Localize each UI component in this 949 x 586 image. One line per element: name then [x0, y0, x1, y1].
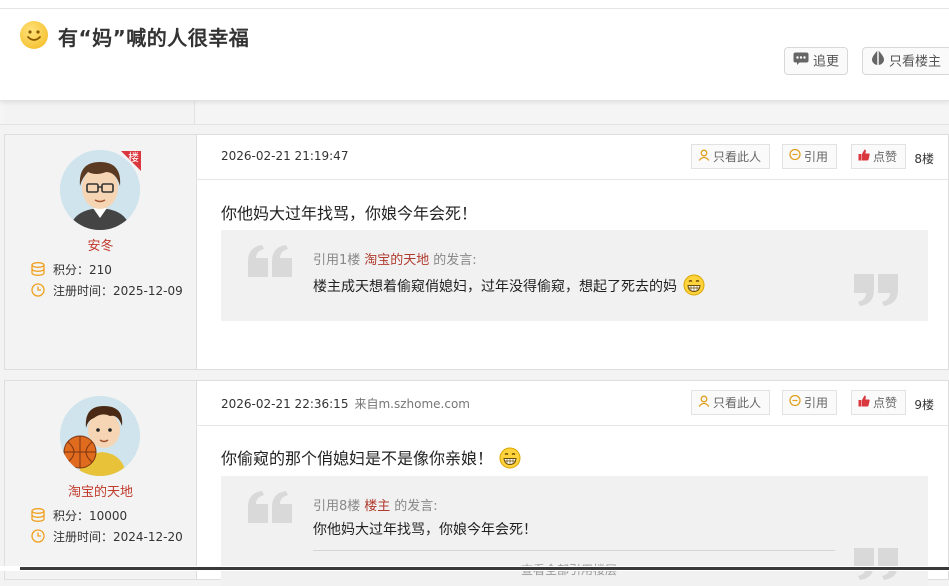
only-this-user-button[interactable]: 只看此人 — [691, 144, 771, 169]
comment-icon — [789, 145, 801, 169]
post-time: 2026-02-21 22:36:15 来自m.szhome.com — [221, 395, 470, 412]
post-time-text: 2026-02-21 22:36:15 — [221, 397, 349, 411]
like-button[interactable]: 点赞 — [851, 390, 907, 415]
smile-icon — [20, 21, 48, 49]
quote-text: 你他妈大过年找骂，你娘今年会死！ — [313, 522, 537, 538]
post-content-text: 你偷窥的那个俏媳妇是不是像你亲娘！ — [221, 449, 494, 468]
points-value: 210 — [89, 263, 112, 277]
thread-header: 有“妈”喊的人很幸福 追更 只看楼主 — [0, 0, 949, 101]
reg-label: 注册时间： — [53, 284, 114, 298]
post-header: 2026-02-21 21:19:47 只看此人 引用 点赞 8楼 — [196, 135, 948, 180]
like-label: 点赞 — [873, 396, 898, 410]
points-label: 积分： — [53, 509, 90, 523]
user-points: 积分：210 — [31, 261, 112, 279]
person-icon — [698, 391, 710, 415]
grin-emoji-icon — [499, 447, 521, 473]
reg-date-value: 2024-12-20 — [113, 530, 183, 544]
reg-date-value: 2025-12-09 — [113, 284, 183, 298]
only-this-user-label: 只看此人 — [713, 396, 762, 410]
clock-icon — [31, 283, 45, 300]
comment-icon — [789, 391, 801, 415]
op-only-label: 只看楼主 — [889, 54, 942, 70]
chat-bubble-icon — [793, 48, 809, 76]
username[interactable]: 淘宝的天地 — [5, 481, 196, 500]
points-label: 积分： — [53, 263, 90, 277]
coins-icon — [31, 508, 45, 525]
follow-button[interactable]: 追更 — [784, 47, 848, 75]
quote-button[interactable]: 引用 — [782, 144, 838, 169]
post-content: 你他妈大过年找骂，你娘今年会死！ — [221, 204, 478, 223]
user-reg-date: 注册时间：2024-12-20 — [31, 528, 183, 546]
floor-number: 8楼 — [914, 152, 934, 166]
page-title: 有“妈”喊的人很幸福 — [58, 26, 250, 50]
quote-label: 引用 — [804, 150, 829, 164]
post-content: 你偷窥的那个俏媳妇是不是像你亲娘！ — [221, 445, 521, 473]
quote-author-link[interactable]: 淘宝的天地 — [364, 253, 429, 268]
avatar[interactable] — [60, 396, 140, 476]
open-quote-icon — [248, 491, 292, 523]
quote-prefix: 引用8楼 — [313, 499, 361, 514]
bottom-bar — [20, 567, 949, 570]
clock-icon — [31, 529, 45, 546]
like-button[interactable]: 点赞 — [851, 144, 907, 169]
previous-post-bottom — [0, 100, 949, 125]
floor-number: 9楼 — [914, 398, 934, 412]
follow-label: 追更 — [813, 54, 840, 70]
post-floor-8: 楼 安冬 积分：210 注册时间：2025-12-09 2026-02-21 2… — [4, 134, 949, 370]
only-this-user-button[interactable]: 只看此人 — [691, 390, 771, 415]
previous-post-left-column — [4, 100, 195, 124]
drop-icon — [871, 48, 885, 76]
post-header: 2026-02-21 22:36:15 来自m.szhome.com 只看此人 引… — [196, 381, 948, 426]
top-divider — [0, 8, 949, 9]
username[interactable]: 安冬 — [5, 235, 196, 254]
grin-emoji-icon — [683, 274, 705, 300]
quote-header: 引用8楼 楼主 的发言: — [313, 495, 438, 514]
post-floor-9: 淘宝的天地 积分：10000 注册时间：2024-12-20 2026-02-2… — [4, 380, 949, 586]
quote-suffix: 的发言: — [394, 499, 438, 514]
quote-label: 引用 — [804, 396, 829, 410]
reg-label: 注册时间： — [53, 530, 114, 544]
quote-block: 引用1楼 淘宝的天地 的发言: 楼主成天想着偷窥俏媳妇，过年没得偷窥，想起了死去的妈 — [221, 230, 928, 321]
only-this-user-label: 只看此人 — [713, 150, 762, 164]
quote-button[interactable]: 引用 — [782, 390, 838, 415]
quote-header: 引用1楼 淘宝的天地 的发言: — [313, 249, 477, 268]
post-source: 来自m.szhome.com — [354, 397, 470, 411]
quote-suffix: 的发言: — [433, 253, 477, 268]
quote-divider — [313, 550, 835, 551]
points-value: 10000 — [89, 509, 128, 523]
user-panel: 淘宝的天地 积分：10000 注册时间：2024-12-20 — [5, 381, 197, 579]
close-quote-icon — [854, 274, 898, 306]
user-reg-date: 注册时间：2025-12-09 — [31, 282, 183, 300]
quote-text: 楼主成天想着偷窥俏媳妇，过年没得偷窥，想起了死去的妈 — [313, 274, 705, 300]
op-only-button[interactable]: 只看楼主 — [862, 47, 949, 75]
close-quote-icon — [854, 548, 898, 580]
quote-text-content: 楼主成天想着偷窥俏媳妇，过年没得偷窥，想起了死去的妈 — [313, 279, 677, 295]
open-quote-icon — [248, 245, 292, 277]
post-time: 2026-02-21 21:19:47 — [221, 149, 348, 163]
person-icon — [698, 145, 710, 169]
thumbs-up-icon — [858, 145, 870, 169]
user-points: 积分：10000 — [31, 507, 127, 525]
post-time-text: 2026-02-21 21:19:47 — [221, 149, 349, 163]
user-panel: 楼 安冬 积分：210 注册时间：2025-12-09 — [5, 135, 197, 369]
avatar[interactable] — [60, 150, 140, 230]
thumbs-up-icon — [858, 391, 870, 415]
coins-icon — [31, 262, 45, 279]
quote-author-link[interactable]: 楼主 — [364, 499, 390, 514]
like-label: 点赞 — [873, 150, 898, 164]
quote-prefix: 引用1楼 — [313, 253, 361, 268]
